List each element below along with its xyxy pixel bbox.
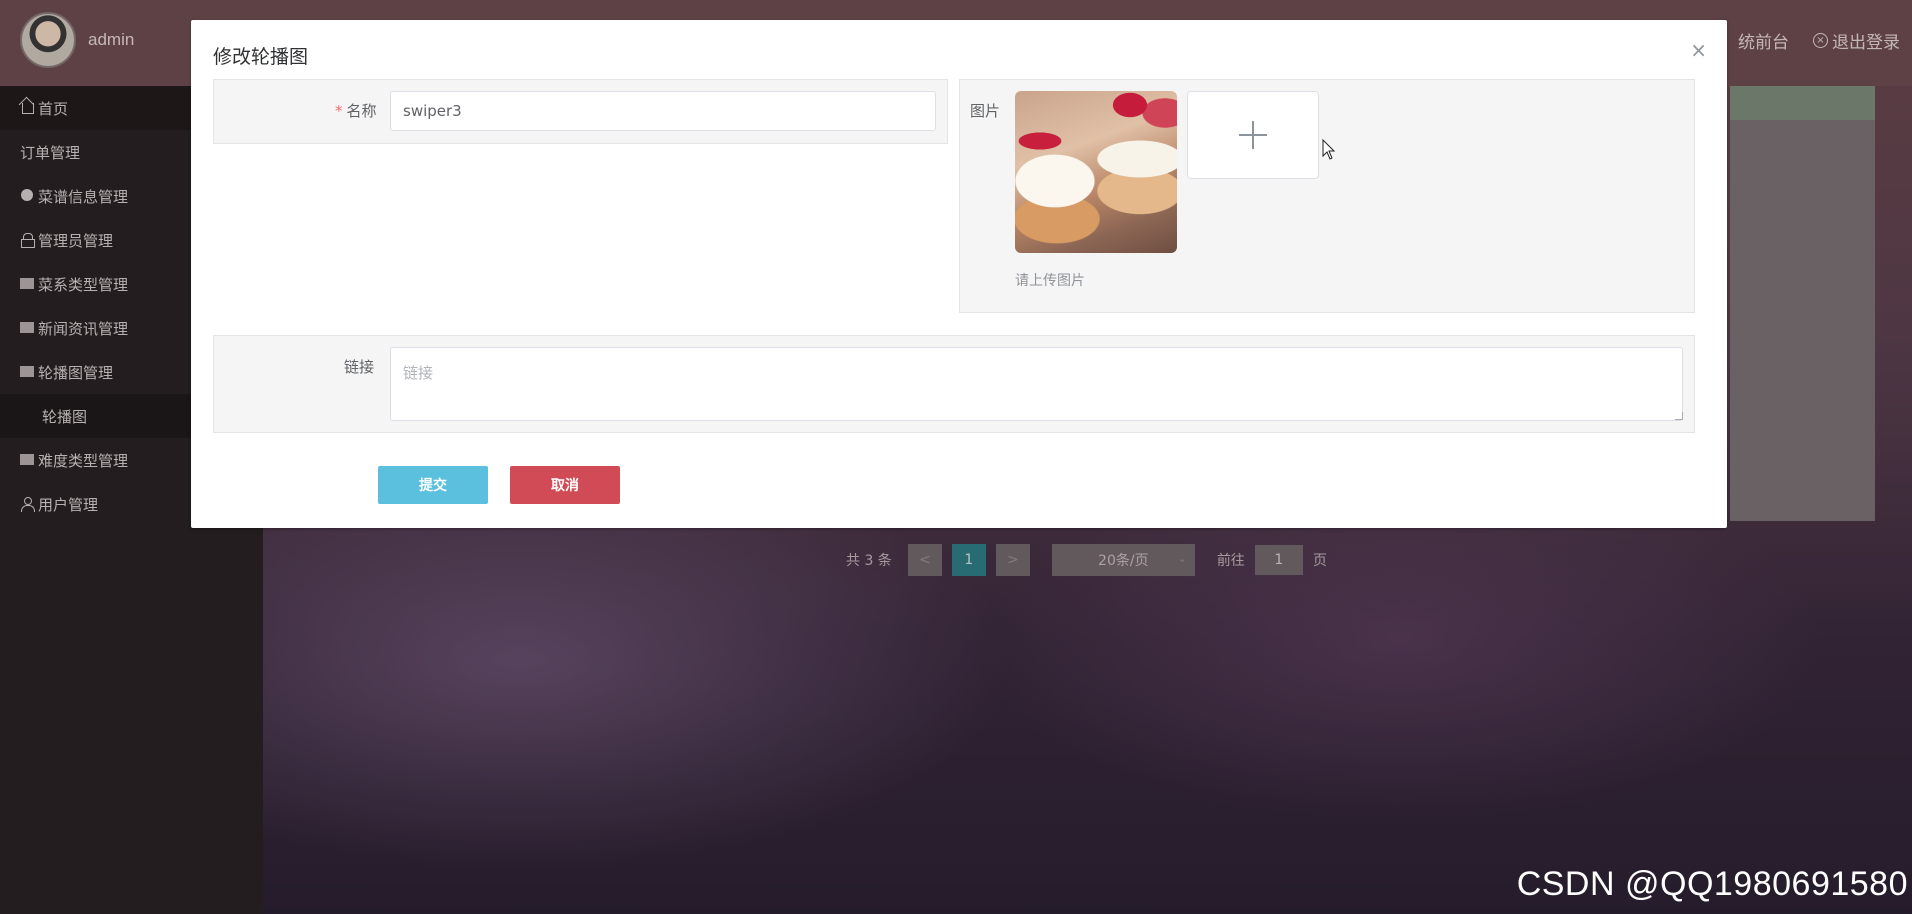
close-icon[interactable]: ×: [1690, 40, 1707, 60]
submit-button[interactable]: 提交: [378, 466, 488, 504]
required-asterisk: *: [335, 102, 343, 120]
edit-carousel-dialog: 修改轮播图 × * 名称 swiper3 图片 请上传图片 链接 链接 提交 取消: [191, 20, 1727, 528]
name-form-item: * 名称 swiper3: [213, 79, 948, 144]
dialog-title: 修改轮播图: [213, 46, 309, 68]
image-label: 图片: [970, 102, 1001, 120]
resize-handle-icon[interactable]: [1675, 412, 1683, 420]
link-form-item: 链接 链接: [213, 335, 1695, 433]
uploaded-image-thumbnail[interactable]: [1015, 91, 1177, 253]
upload-tip: 请上传图片: [1015, 273, 1085, 289]
image-form-item: 图片 请上传图片: [959, 79, 1695, 313]
name-input[interactable]: swiper3: [390, 91, 936, 131]
mouse-cursor-icon: [1322, 139, 1336, 160]
link-label: 链接: [344, 358, 375, 376]
plus-icon: [1239, 121, 1267, 149]
name-label-text: 名称: [346, 102, 377, 120]
cancel-button[interactable]: 取消: [510, 466, 620, 504]
name-label: * 名称: [335, 100, 377, 121]
watermark: CSDN @QQ1980691580: [1516, 865, 1908, 903]
link-textarea[interactable]: 链接: [390, 347, 1683, 421]
upload-image-button[interactable]: [1187, 91, 1319, 179]
